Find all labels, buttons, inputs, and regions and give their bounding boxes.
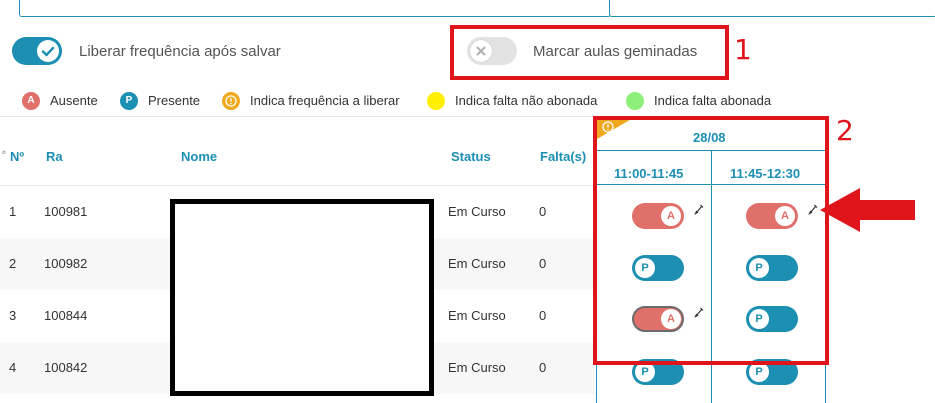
present-knob: P: [749, 362, 769, 382]
legend-label-nao-abonada: Indica falta não abonada: [455, 93, 598, 108]
top-input-left[interactable]: [19, 0, 611, 17]
header-ra[interactable]: Ra: [46, 149, 63, 164]
header-status[interactable]: Status: [451, 149, 491, 164]
row-num: 3: [9, 308, 17, 323]
legend-label-ausente: Ausente: [50, 93, 98, 108]
legend-label-liberar: Indica frequência a liberar: [250, 93, 400, 108]
table-divider: [0, 116, 595, 117]
row-faltas: 0: [539, 204, 547, 219]
row-status: Em Curso: [448, 308, 506, 323]
falta-abonada-icon: [626, 92, 644, 110]
row-ra: 100981: [44, 204, 88, 219]
row-faltas: 0: [539, 360, 547, 375]
row-status: Em Curso: [448, 256, 506, 271]
warning-icon: [222, 92, 240, 110]
row-faltas: 0: [539, 256, 547, 271]
row-num: 4: [9, 360, 17, 375]
red-arrow-icon: [820, 188, 915, 232]
annotation-number-2: 2: [836, 114, 854, 147]
row-num: 2: [9, 256, 17, 271]
annotation-number-1: 1: [734, 33, 752, 66]
redacted-names-box: [170, 199, 434, 396]
header-faltas[interactable]: Falta(s): [540, 149, 586, 164]
header-sort-marker: ˚: [2, 149, 7, 164]
toggle-knob: [470, 40, 492, 62]
legend-label-presente: Presente: [148, 93, 201, 108]
warning-icon-glyph: [225, 95, 237, 107]
header-num[interactable]: Nº: [10, 149, 24, 164]
table-divider: [0, 185, 595, 186]
toggle-knob: [37, 40, 59, 62]
ausente-icon: A: [22, 92, 40, 110]
presente-icon: P: [120, 92, 138, 110]
row-status: Em Curso: [448, 360, 506, 375]
aulas-geminadas-toggle[interactable]: [467, 37, 517, 65]
liberar-frequencia-toggle[interactable]: [12, 37, 62, 65]
row-ra: 100842: [44, 360, 88, 375]
row-ra: 100982: [44, 256, 88, 271]
present-knob: P: [635, 362, 655, 382]
close-icon: [476, 46, 486, 56]
header-nome[interactable]: Nome: [181, 149, 217, 164]
row-status: Em Curso: [448, 204, 506, 219]
annotation-box-2: [593, 116, 829, 365]
falta-nao-abonada-icon: [427, 92, 445, 110]
aulas-geminadas-label: Marcar aulas geminadas: [533, 43, 698, 60]
liberar-frequencia-label: Liberar frequência após salvar: [79, 43, 281, 60]
check-icon: [41, 46, 55, 57]
top-input-right[interactable]: [609, 0, 935, 17]
row-ra: 100844: [44, 308, 88, 323]
row-faltas: 0: [539, 308, 547, 323]
row-num: 1: [9, 204, 17, 219]
legend-label-abonada: Indica falta abonada: [654, 93, 772, 108]
